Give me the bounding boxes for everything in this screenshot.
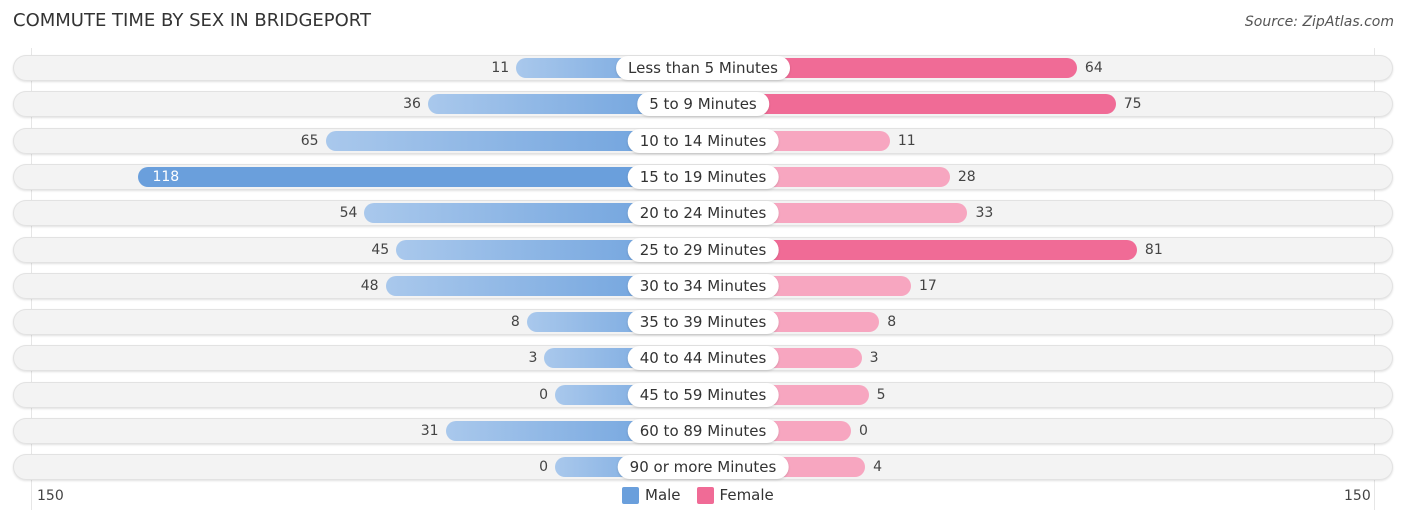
value-label-female: 28	[957, 168, 976, 185]
category-label: 15 to 19 Minutes	[627, 164, 779, 189]
value-label-male: 8	[510, 314, 520, 331]
value-label-male: 31	[420, 423, 439, 439]
legend-swatch-female	[696, 486, 714, 504]
chart-row: 11 64 Less than 5 Minutes	[13, 55, 1393, 81]
value-label-male: 0	[539, 459, 548, 476]
chart-row: 54 33 20 to 24 Minutes	[13, 200, 1393, 227]
category-label: 35 to 39 Minutes	[627, 310, 779, 335]
category-label: 5 to 9 Minutes	[637, 92, 769, 117]
chart-row: 0 4 90 or more Minutes	[13, 454, 1393, 481]
value-label-female: 0	[859, 423, 868, 439]
legend: Male Female	[622, 486, 790, 504]
category-label: 20 to 24 Minutes	[627, 201, 779, 226]
chart-row: 36 75 5 to 9 Minutes	[13, 91, 1393, 118]
chart-row: 45 81 25 to 29 Minutes	[13, 236, 1393, 263]
bar-male[interactable]	[138, 166, 703, 187]
category-label: 45 to 59 Minutes	[627, 382, 779, 407]
category-label: 30 to 34 Minutes	[627, 273, 779, 298]
chart-row: 3 3 40 to 44 Minutes	[13, 345, 1393, 372]
axis-label-right: 150	[1344, 488, 1371, 504]
legend-label-female: Female	[719, 486, 774, 504]
value-label-female: 17	[919, 277, 937, 294]
axis-label-left: 150	[37, 488, 64, 504]
legend-item-male[interactable]: Male	[622, 486, 681, 504]
chart-row: 31 0 60 to 89 Minutes	[13, 418, 1393, 444]
value-label-female: 4	[873, 459, 883, 476]
value-label-male: 0	[539, 386, 548, 403]
value-label-male: 11	[491, 60, 510, 76]
chart-row: 118 28 15 to 19 Minutes	[13, 163, 1393, 190]
value-label-male: 3	[528, 350, 538, 367]
value-label-female: 3	[869, 350, 879, 367]
chart-row: 8 8 35 to 39 Minutes	[13, 309, 1393, 336]
value-label-male: 118	[152, 168, 180, 185]
chart-title: COMMUTE TIME BY SEX IN BRIDGEPORT	[13, 10, 371, 31]
value-label-male: 65	[300, 132, 319, 149]
category-label: 10 to 14 Minutes	[627, 128, 779, 153]
value-label-female: 33	[975, 205, 994, 222]
chart-row: 48 17 30 to 34 Minutes	[13, 272, 1393, 299]
category-label: 60 to 89 Minutes	[627, 419, 779, 443]
value-label-female: 81	[1144, 241, 1163, 258]
value-label-male: 45	[371, 241, 390, 258]
legend-item-female[interactable]: Female	[696, 486, 774, 504]
chart-row: 65 11 10 to 14 Minutes	[13, 127, 1393, 154]
category-label: 40 to 44 Minutes	[627, 346, 779, 371]
legend-swatch-male	[622, 486, 639, 504]
category-label: 90 or more Minutes	[617, 455, 789, 480]
source-label: Source: ZipAtlas.com	[1244, 14, 1394, 30]
category-label: Less than 5 Minutes	[616, 56, 790, 80]
value-label-male: 48	[360, 277, 379, 294]
value-label-male: 36	[403, 96, 421, 113]
chart-row: 0 5 45 to 59 Minutes	[13, 381, 1393, 408]
legend-label-male: Male	[645, 486, 681, 504]
value-label-female: 11	[897, 132, 916, 149]
value-label-female: 75	[1123, 96, 1142, 113]
value-label-female: 64	[1084, 60, 1103, 76]
value-label-male: 54	[339, 205, 358, 222]
value-label-female: 5	[876, 386, 886, 403]
value-label-female: 8	[887, 314, 897, 331]
category-label: 25 to 29 Minutes	[627, 237, 779, 262]
